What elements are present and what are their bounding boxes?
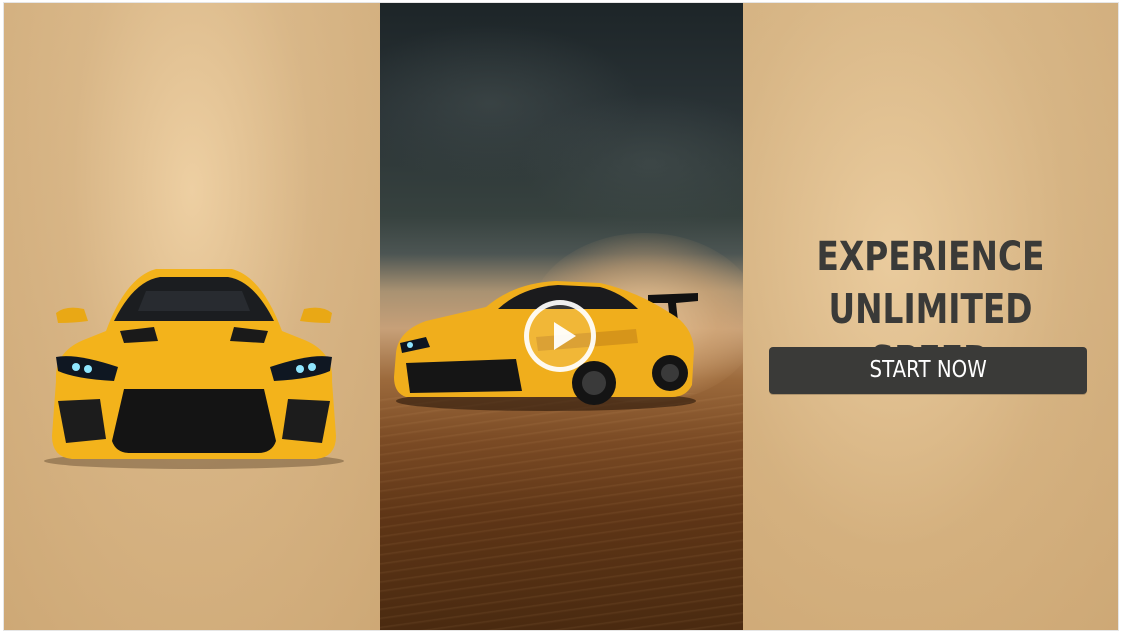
left-image-panel (4, 3, 380, 630)
video-thumbnail[interactable] (380, 3, 743, 630)
right-text-panel: EXPERIENCE UNLIMITED SPEED START NOW (743, 3, 1118, 630)
start-now-label: START NOW (869, 357, 987, 383)
play-icon (554, 322, 576, 350)
start-now-button[interactable]: START NOW (769, 347, 1087, 394)
headline-line-1: EXPERIENCE (816, 234, 1045, 280)
yellow-car-front-image (44, 269, 344, 469)
play-video-button[interactable] (524, 300, 596, 372)
landing-banner: EXPERIENCE UNLIMITED SPEED START NOW (4, 3, 1118, 630)
desert-road (380, 393, 743, 630)
